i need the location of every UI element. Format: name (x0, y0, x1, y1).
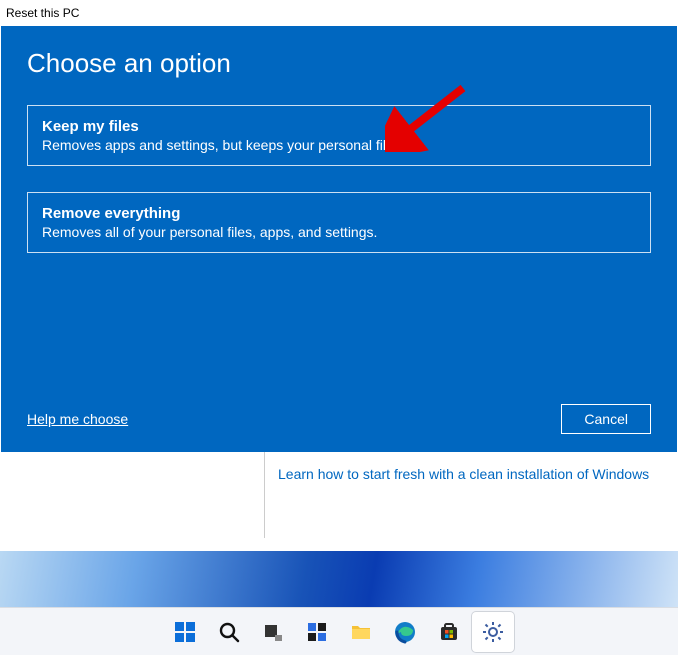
help-me-choose-link[interactable]: Help me choose (27, 411, 128, 427)
settings-button[interactable] (472, 612, 514, 652)
store-icon (437, 620, 461, 644)
search-icon (217, 620, 241, 644)
task-view-button[interactable] (252, 612, 294, 652)
task-view-icon (261, 620, 285, 644)
taskbar (0, 607, 678, 655)
cancel-button[interactable]: Cancel (561, 404, 651, 434)
search-button[interactable] (208, 612, 250, 652)
windows-logo-icon (173, 620, 197, 644)
file-explorer-button[interactable] (340, 612, 382, 652)
option-keep-my-files[interactable]: Keep my files Removes apps and settings,… (27, 105, 651, 166)
widgets-icon (305, 620, 329, 644)
option-desc: Removes all of your personal files, apps… (42, 224, 636, 240)
folder-icon (349, 620, 373, 644)
edge-button[interactable] (384, 612, 426, 652)
dialog-footer: Help me choose Cancel (27, 404, 651, 434)
option-title: Keep my files (42, 118, 636, 135)
window-title-bar: Reset this PC (0, 0, 678, 26)
option-remove-everything[interactable]: Remove everything Removes all of your pe… (27, 192, 651, 253)
dialog-heading: Choose an option (27, 48, 651, 79)
widgets-button[interactable] (296, 612, 338, 652)
settings-background-panel: Learn how to start fresh with a clean in… (0, 452, 678, 551)
vertical-divider (264, 452, 265, 538)
edge-icon (393, 620, 417, 644)
option-title: Remove everything (42, 205, 636, 222)
desktop-wallpaper (0, 551, 678, 607)
window-title: Reset this PC (6, 6, 79, 20)
fresh-install-link[interactable]: Learn how to start fresh with a clean in… (278, 466, 649, 482)
reset-pc-dialog: Choose an option Keep my files Removes a… (1, 26, 677, 452)
store-button[interactable] (428, 612, 470, 652)
gear-icon (481, 620, 505, 644)
start-button[interactable] (164, 612, 206, 652)
option-desc: Removes apps and settings, but keeps you… (42, 137, 636, 153)
